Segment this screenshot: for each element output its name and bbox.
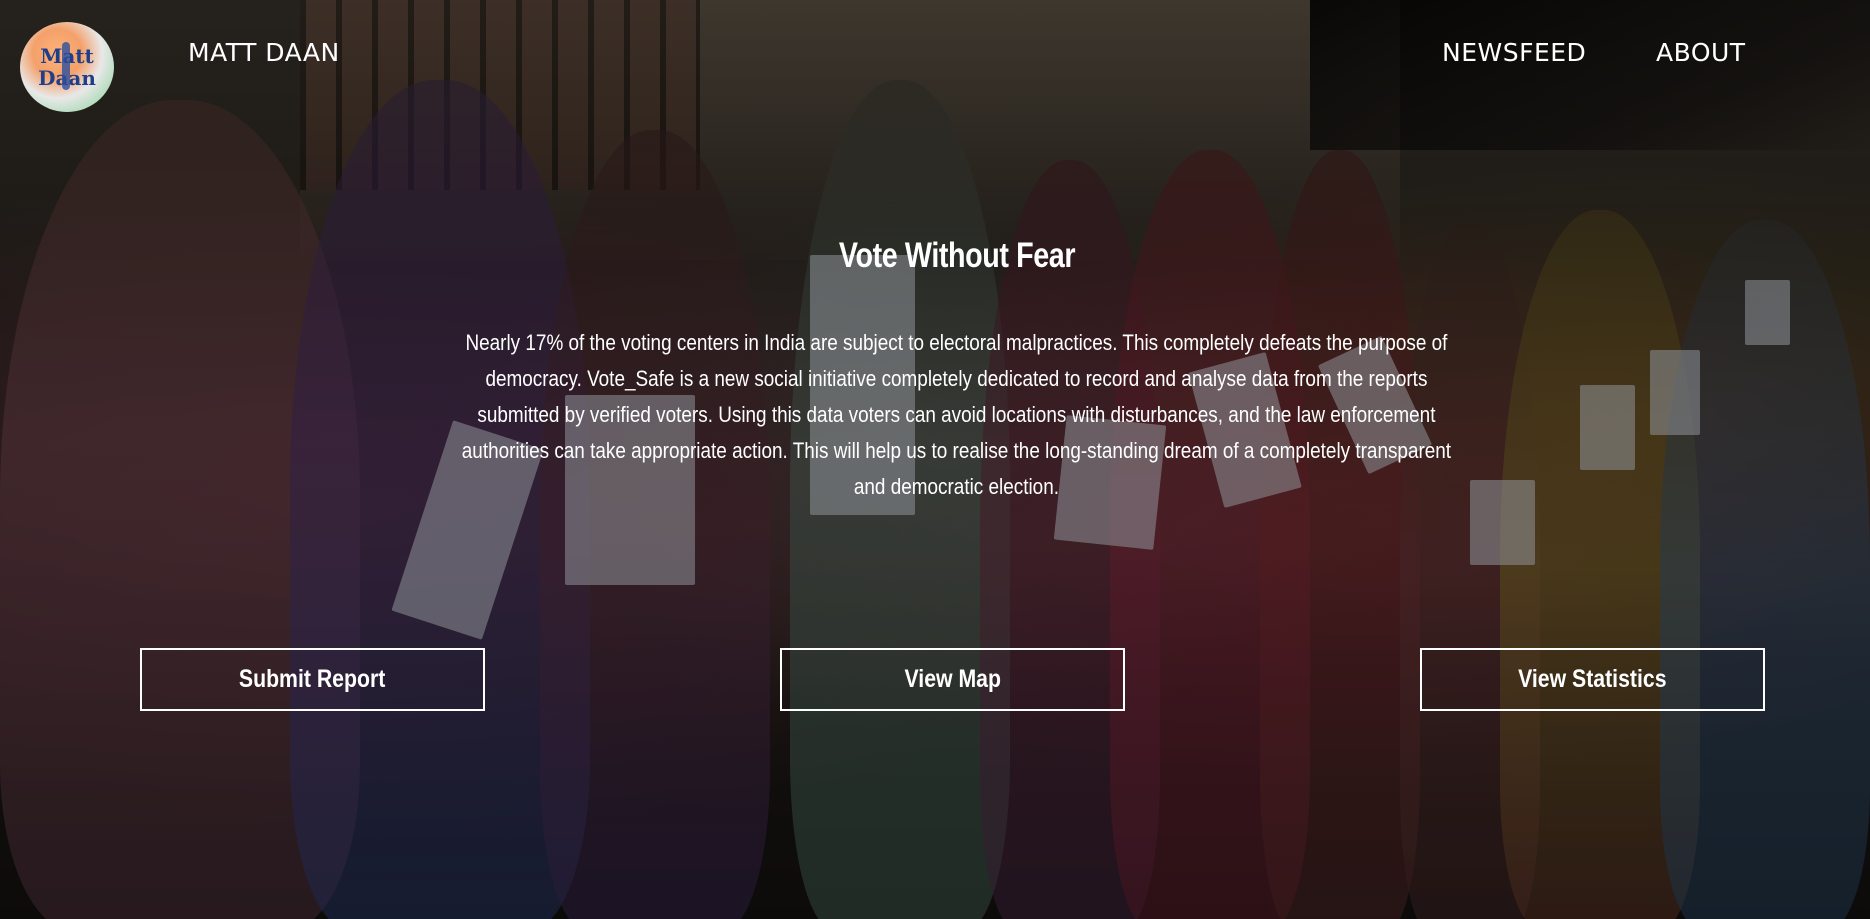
hero-headline: Vote Without Fear <box>838 236 1076 275</box>
view-statistics-label: View Statistics <box>1518 665 1667 693</box>
matt-daan-logo[interactable]: Matt Daan <box>20 22 114 112</box>
view-map-button[interactable]: View Map <box>780 648 1125 711</box>
voting-finger-icon <box>62 42 70 90</box>
view-statistics-button[interactable]: View Statistics <box>1420 648 1765 711</box>
submit-report-button[interactable]: Submit Report <box>140 648 485 711</box>
hero-section: Matt Daan MATT DAAN NEWSFEED ABOUT Vote … <box>0 0 1870 919</box>
submit-report-label: Submit Report <box>239 665 386 693</box>
nav-about-link[interactable]: ABOUT <box>1656 38 1746 67</box>
hero-description: Nearly 17% of the voting centers in Indi… <box>461 330 1452 499</box>
nav-newsfeed-link[interactable]: NEWSFEED <box>1442 38 1586 67</box>
view-map-label: View Map <box>904 665 1001 693</box>
brand-link[interactable]: MATT DAAN <box>188 38 340 67</box>
